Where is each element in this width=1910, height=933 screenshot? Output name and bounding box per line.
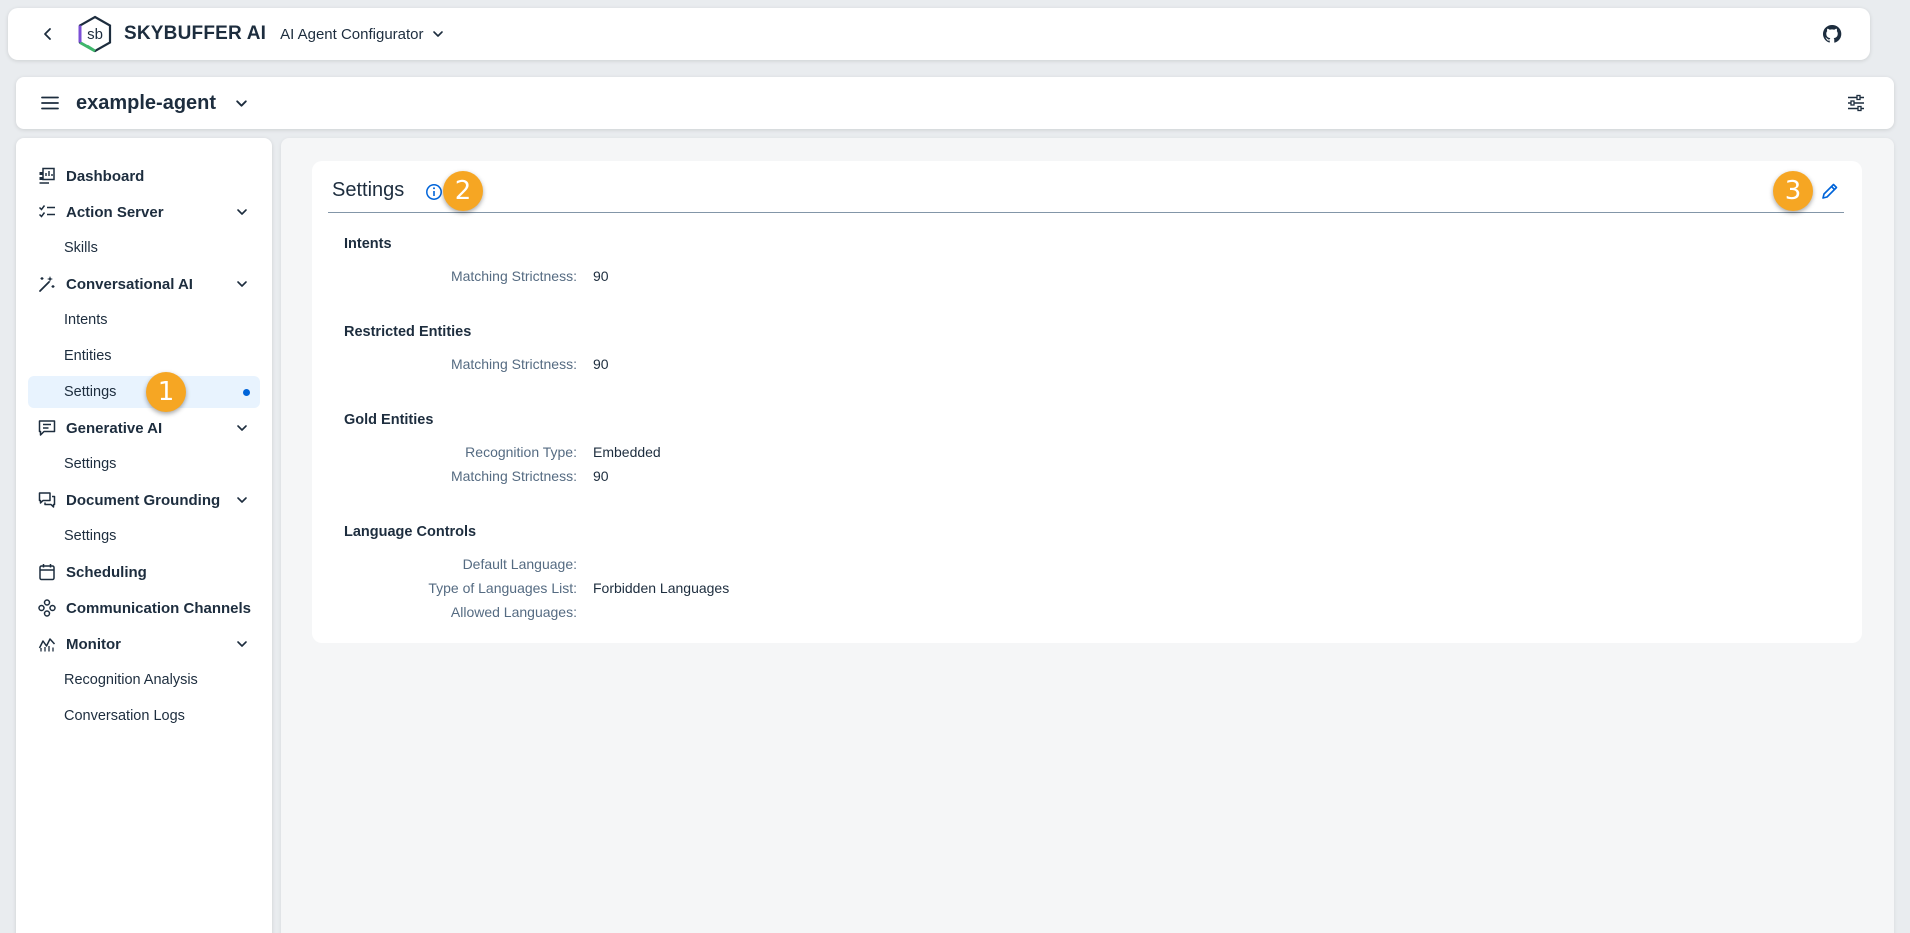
chevron-left-icon — [44, 28, 51, 40]
network-icon — [36, 597, 58, 619]
sidebar-item-skills[interactable]: Skills — [28, 232, 260, 264]
app-switcher[interactable]: AI Agent Configurator — [280, 26, 443, 43]
sidebar-item-conversational-ai-settings[interactable]: Settings — [28, 376, 260, 408]
magic-wand-icon — [36, 273, 58, 295]
sidebar-item-label: Dashboard — [66, 167, 145, 185]
restricted-matching-strictness-value: 90 — [593, 356, 609, 372]
logo-text: sb — [87, 26, 103, 43]
agent-select-button[interactable] — [230, 92, 252, 114]
sidebar-item-monitor[interactable]: Monitor — [28, 628, 260, 660]
section-title-restricted-entities: Restricted Entities — [344, 324, 472, 340]
sidebar-item-label: Conversational AI — [66, 275, 193, 293]
sidebar-item-generative-ai[interactable]: Generative AI — [28, 412, 260, 444]
title-divider — [328, 212, 1844, 213]
checklist-icon — [36, 201, 58, 223]
sidebar-item-document-grounding[interactable]: Document Grounding — [28, 484, 260, 516]
agent-bar: example-agent — [16, 77, 1894, 129]
menu-button[interactable] — [36, 89, 64, 117]
sidebar-item-label: Intents — [64, 312, 108, 328]
chevron-down-icon[interactable] — [234, 492, 250, 508]
chevron-down-icon — [432, 31, 443, 37]
back-button[interactable] — [26, 12, 70, 56]
discussion-icon — [36, 489, 58, 511]
sidebar-item-label: Skills — [64, 240, 98, 256]
chat-icon — [36, 417, 58, 439]
sidebar-item-dashboard[interactable]: Dashboard — [28, 160, 260, 192]
sidebar-item-generative-ai-settings[interactable]: Settings — [28, 448, 260, 480]
chevron-down-icon[interactable] — [234, 420, 250, 436]
line-chart-icon — [36, 633, 58, 655]
gold-matching-strictness-label: Matching Strictness: — [450, 468, 577, 484]
app-name: AI Agent Configurator — [280, 25, 424, 43]
sidebar-item-intents[interactable]: Intents — [28, 304, 260, 336]
languages-list-type-value: Forbidden Languages — [593, 580, 730, 596]
hamburger-icon — [41, 96, 59, 110]
selected-indicator — [243, 389, 250, 396]
sidebar-item-label: Action Server — [66, 203, 164, 221]
sidebar-item-label: Settings — [64, 528, 117, 544]
page-title: Settings — [332, 179, 405, 201]
intents-matching-strictness-label: Matching Strictness: — [450, 268, 577, 284]
info-icon[interactable] — [425, 183, 443, 201]
sidebar-item-label: Generative AI — [66, 419, 163, 437]
gold-matching-strictness-value: 90 — [593, 468, 609, 484]
skybuffer-logo: sb — [76, 15, 114, 53]
sidebar-item-label: Settings — [64, 456, 117, 472]
sidebar-item-label: Recognition Analysis — [64, 672, 198, 688]
filter-settings-button[interactable] — [1842, 89, 1870, 117]
annotation-badge-3: 3 — [1773, 171, 1813, 211]
sidebar: Dashboard Action Server Skills Conversat… — [16, 138, 272, 933]
gold-recognition-type-value: Embedded — [593, 444, 661, 460]
section-title-language-controls: Language Controls — [344, 524, 477, 540]
sidebar-item-entities[interactable]: Entities — [28, 340, 260, 372]
restricted-matching-strictness-label: Matching Strictness: — [450, 356, 577, 372]
languages-list-type-label: Type of Languages List: — [428, 580, 577, 596]
default-language-label: Default Language: — [462, 556, 577, 572]
sidebar-item-document-grounding-settings[interactable]: Settings — [28, 520, 260, 552]
dashboard-icon — [36, 165, 58, 187]
sidebar-item-conversation-logs[interactable]: Conversation Logs — [28, 700, 260, 732]
sidebar-item-communication-channels[interactable]: Communication Channels — [28, 592, 260, 624]
sidebar-item-recognition-analysis[interactable]: Recognition Analysis — [28, 664, 260, 696]
sidebar-item-label: Communication Channels — [66, 599, 252, 617]
chevron-down-icon[interactable] — [234, 276, 250, 292]
calendar-icon — [36, 561, 58, 583]
edit-icon[interactable] — [1820, 181, 1840, 201]
shell-bar: sb SKYBUFFER AI AI Agent Configurator — [8, 8, 1870, 60]
allowed-languages-label: Allowed Languages: — [450, 604, 577, 620]
sidebar-item-action-server[interactable]: Action Server — [28, 196, 260, 228]
sliders-icon — [1848, 94, 1864, 112]
annotation-badge-1: 1 — [146, 372, 186, 412]
agent-name: example-agent — [76, 91, 217, 114]
annotation-badge-2: 2 — [443, 171, 483, 211]
sidebar-item-scheduling[interactable]: Scheduling — [28, 556, 260, 588]
sidebar-item-label: Scheduling — [66, 563, 147, 581]
settings-card: Settings Intents Matching Strictness: 90… — [312, 161, 1862, 643]
chevron-down-icon — [235, 99, 247, 107]
sidebar-item-label: Entities — [64, 348, 112, 364]
chevron-down-icon[interactable] — [234, 204, 250, 220]
sidebar-item-label: Monitor — [66, 635, 121, 653]
sidebar-item-label: Document Grounding — [66, 491, 221, 509]
brand-name: SKYBUFFER AI — [124, 23, 267, 44]
intents-matching-strictness-value: 90 — [593, 268, 609, 284]
sidebar-item-conversational-ai[interactable]: Conversational AI — [28, 268, 260, 300]
section-title-intents: Intents — [344, 236, 392, 252]
section-title-gold-entities: Gold Entities — [344, 412, 434, 428]
main-content: Settings Intents Matching Strictness: 90… — [281, 138, 1894, 933]
chevron-down-icon[interactable] — [234, 636, 250, 652]
sidebar-item-label: Conversation Logs — [64, 708, 185, 724]
github-icon[interactable] — [1820, 22, 1844, 46]
gold-recognition-type-label: Recognition Type: — [465, 444, 577, 460]
sidebar-item-label: Settings — [64, 384, 117, 400]
